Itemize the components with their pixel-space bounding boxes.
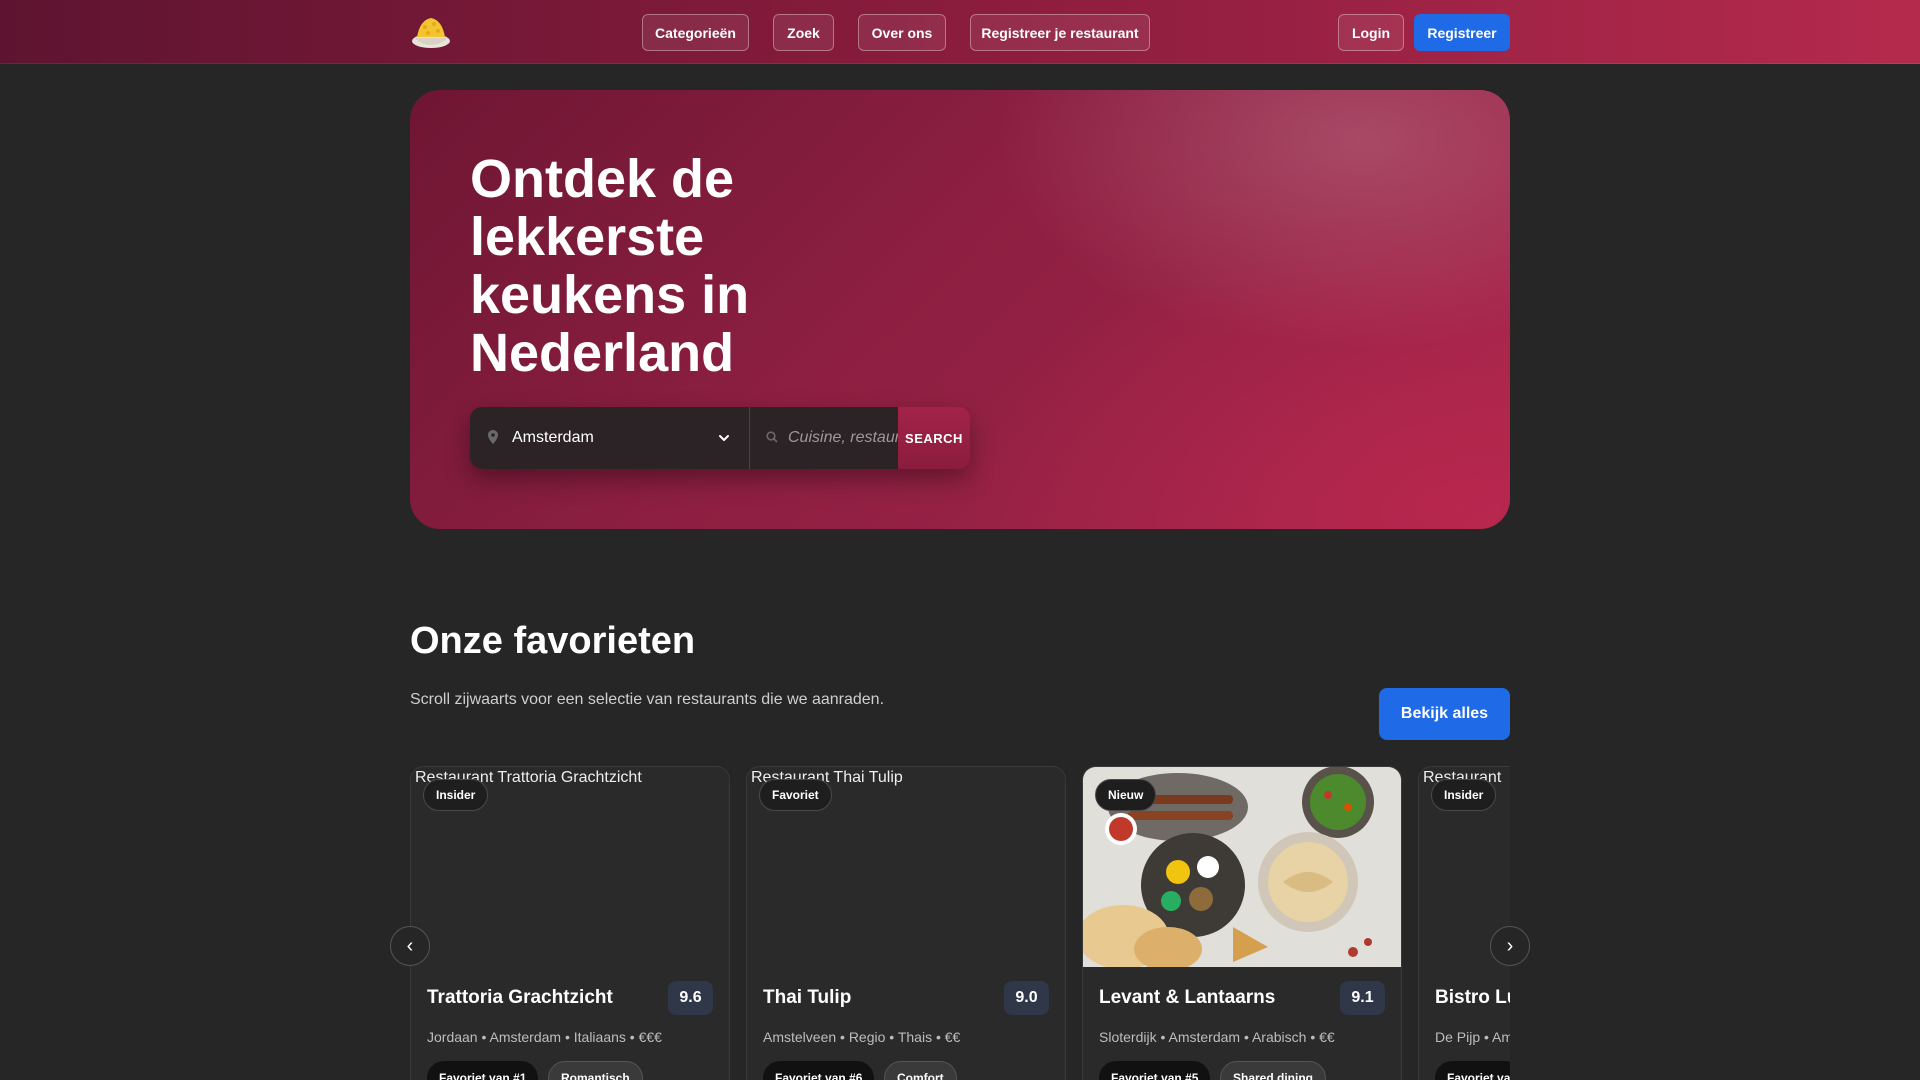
carousel-next-button[interactable]: › <box>1490 926 1530 966</box>
rating-score: 9.1 <box>1340 981 1385 1015</box>
restaurant-card[interactable]: Restaurant Thai Tulip Favoriet Thai Tuli… <box>746 766 1066 1080</box>
hero-banner: Ontdek de lekkerste keukens in Nederland… <box>410 90 1510 529</box>
hero-title: Ontdek de lekkerste keukens in Nederland <box>470 149 750 383</box>
chevron-down-icon <box>719 435 729 441</box>
card-tag: Favoriet van #1 <box>427 1061 539 1080</box>
query-input[interactable] <box>788 429 898 447</box>
restaurant-meta: De Pijp • Am <box>1435 1029 1510 1045</box>
card-tag: Favoriet van #6 <box>763 1061 875 1080</box>
card-tag: Comfort <box>884 1061 957 1080</box>
nav-categories[interactable]: Categorieën <box>642 14 749 51</box>
restaurant-meta: Amstelveen • Regio • Thais • €€ <box>763 1029 961 1045</box>
card-badge: Insider <box>1431 779 1497 811</box>
section-subtitle: Scroll zijwaarts voor een selectie van r… <box>410 691 885 708</box>
rating-score: 9.6 <box>668 981 713 1015</box>
view-all-button[interactable]: Bekijk alles <box>1379 688 1510 740</box>
restaurant-name[interactable]: Thai Tulip <box>763 987 851 1009</box>
carousel-prev-button[interactable]: ‹ <box>390 926 430 966</box>
search-button[interactable]: SEARCH <box>898 407 970 469</box>
register-button[interactable]: Registreer <box>1414 14 1510 51</box>
card-tag: Shared dining <box>1220 1061 1327 1080</box>
top-navbar: Categorieën Zoek Over ons Registreer je … <box>0 0 1920 64</box>
restaurant-card[interactable]: Nieuw Levant & Lantaarns 9.1 Sloterdijk … <box>1082 766 1402 1080</box>
restaurant-name[interactable]: Trattoria Grachtzicht <box>427 987 613 1009</box>
rice-bowl-icon[interactable] <box>410 12 452 50</box>
restaurant-card[interactable]: Restaurant Trattoria Grachtzicht Insider… <box>410 766 730 1080</box>
restaurant-card[interactable]: Restaurant Insider Bistro Lu De Pijp • A… <box>1418 766 1510 1080</box>
nav-about[interactable]: Over ons <box>858 14 946 51</box>
restaurant-meta: Sloterdijk • Amsterdam • Arabisch • €€ <box>1099 1029 1335 1045</box>
card-badge: Favoriet <box>759 779 832 811</box>
card-tag: Romantisch <box>548 1061 643 1080</box>
nav-register-restaurant[interactable]: Registreer je restaurant <box>970 14 1150 51</box>
city-select[interactable]: Amsterdam <box>470 407 750 469</box>
rating-score: 9.0 <box>1004 981 1049 1015</box>
query-field[interactable] <box>750 407 898 469</box>
login-button[interactable]: Login <box>1338 14 1404 51</box>
card-tag: Favoriet van #5 <box>1099 1061 1211 1080</box>
nav-search[interactable]: Zoek <box>773 14 834 51</box>
restaurant-name[interactable]: Bistro Lu <box>1435 987 1510 1009</box>
restaurant-name[interactable]: Levant & Lantaarns <box>1099 987 1275 1009</box>
restaurant-carousel[interactable]: Restaurant Trattoria Grachtzicht Insider… <box>410 766 1510 1080</box>
search-icon <box>766 430 778 446</box>
restaurant-meta: Jordaan • Amsterdam • Italiaans • €€€ <box>427 1029 662 1045</box>
card-badge: Insider <box>423 779 489 811</box>
map-pin-icon <box>488 429 502 447</box>
search-bar: Amsterdam SEARCH <box>470 407 970 469</box>
section-title: Onze favorieten <box>410 620 696 662</box>
card-tag: Favoriet va <box>1435 1061 1510 1080</box>
city-value: Amsterdam <box>512 429 594 446</box>
card-badge: Nieuw <box>1095 779 1157 811</box>
